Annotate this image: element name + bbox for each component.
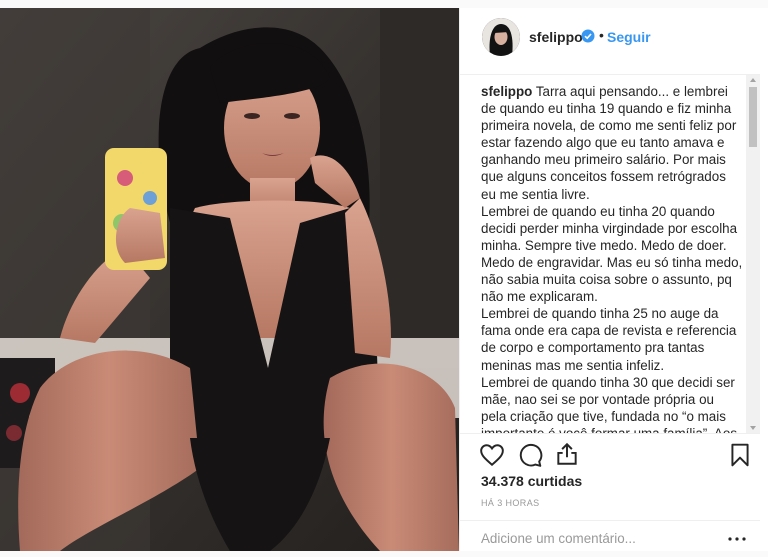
- caption-body: Tarra aqui pensando... e lembrei de quan…: [481, 84, 743, 433]
- caption-area[interactable]: sfelippo Tarra aqui pensando... e lembre…: [460, 75, 760, 433]
- scroll-up-arrow-icon[interactable]: [750, 78, 756, 82]
- post-photo[interactable]: [0, 8, 459, 551]
- verified-badge-icon: [581, 29, 595, 43]
- username-link[interactable]: sfelippo: [529, 29, 583, 45]
- more-options-icon[interactable]: [728, 537, 746, 541]
- separator-dot: •: [599, 27, 604, 43]
- bottom-strip: [0, 551, 768, 557]
- likes-count[interactable]: 34.378 curtidas: [481, 473, 582, 489]
- heart-icon[interactable]: [479, 442, 505, 468]
- comment-icon[interactable]: [517, 442, 543, 468]
- avatar[interactable]: [482, 18, 520, 56]
- top-strip: [0, 0, 768, 8]
- scroll-down-arrow-icon[interactable]: [750, 426, 756, 430]
- caption-scrollbar[interactable]: [746, 75, 760, 433]
- caption-username[interactable]: sfelippo: [481, 84, 532, 99]
- post-timestamp[interactable]: HÁ 3 HORAS: [481, 498, 540, 508]
- follow-button[interactable]: Seguir: [607, 29, 651, 45]
- share-icon[interactable]: [554, 441, 580, 467]
- post-side-panel: sfelippo • Seguir sfelippo Tarra aqui pe…: [459, 8, 760, 551]
- action-bar: 34.378 curtidas HÁ 3 HORAS: [460, 433, 760, 552]
- bookmark-icon[interactable]: [727, 442, 753, 468]
- post-header: sfelippo • Seguir: [460, 8, 760, 75]
- comment-input[interactable]: [481, 531, 721, 546]
- comment-box: [460, 520, 760, 553]
- caption-text: sfelippo Tarra aqui pensando... e lembre…: [481, 83, 743, 433]
- post-image: [0, 8, 459, 551]
- scrollbar-thumb[interactable]: [749, 87, 757, 147]
- avatar-image: [482, 18, 520, 56]
